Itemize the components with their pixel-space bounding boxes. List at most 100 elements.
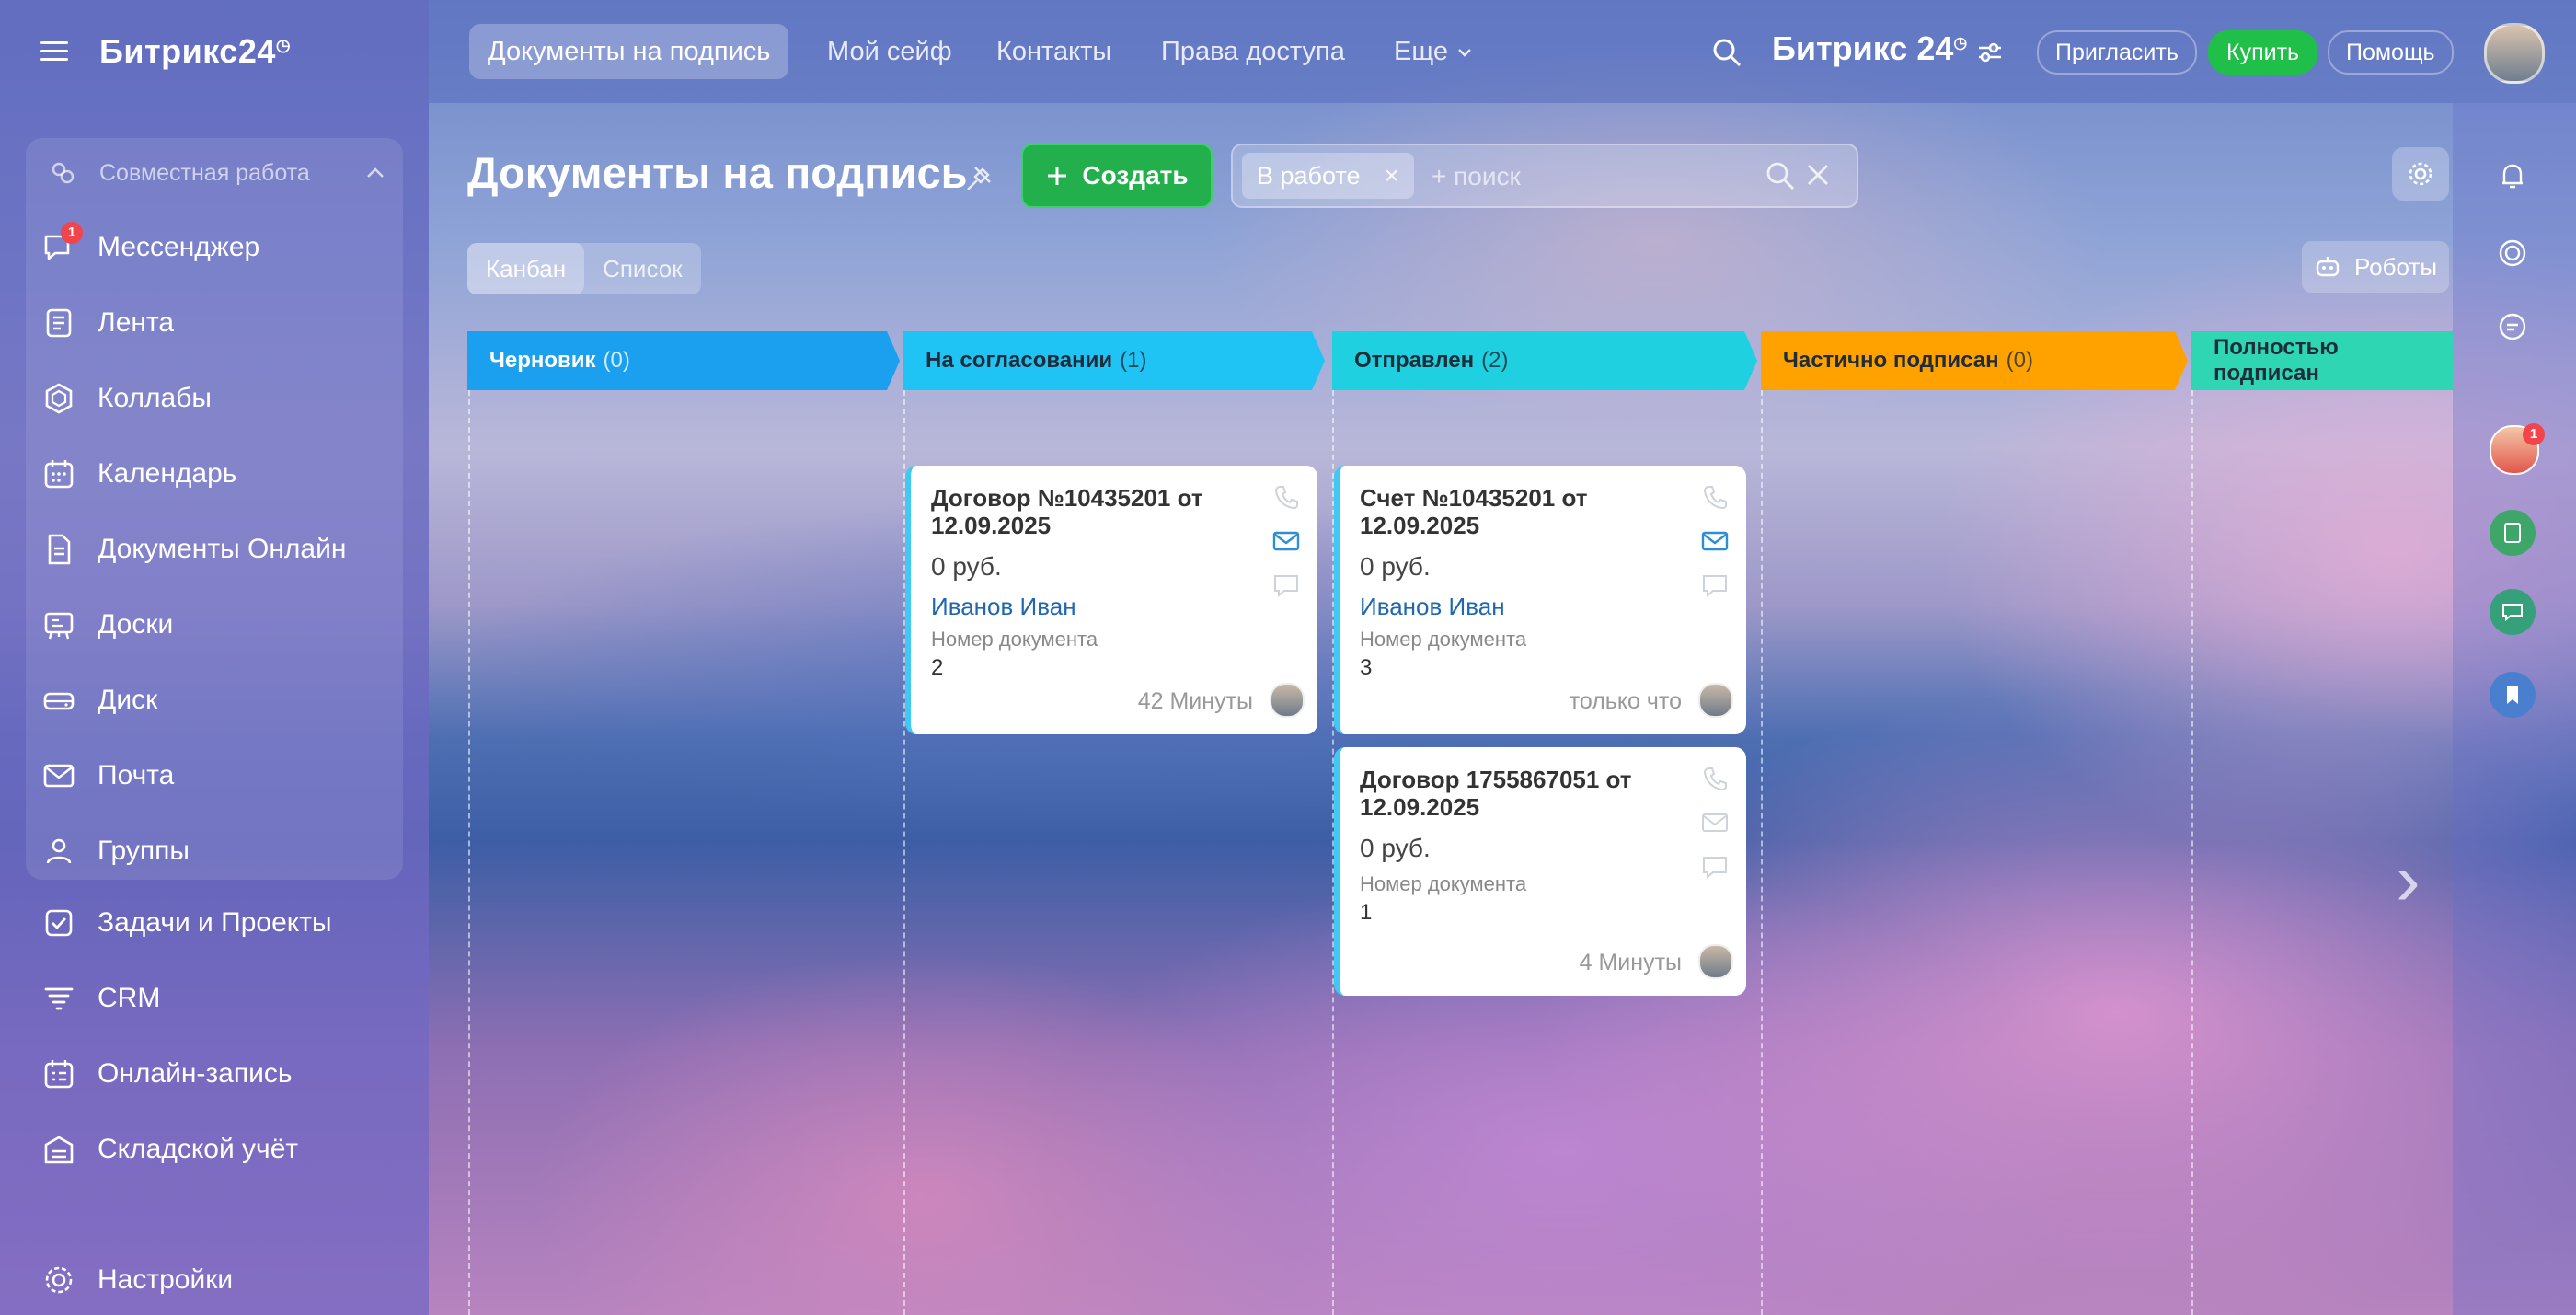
view-kanban-button[interactable]: Канбан: [467, 243, 585, 294]
sidebar-item-calendar[interactable]: Календарь: [40, 451, 236, 497]
view-switcher: Канбан Список: [467, 243, 701, 294]
sidebar-item-label: Складской учёт: [98, 1134, 299, 1164]
sidebar-item-boards[interactable]: Доски: [40, 602, 173, 648]
card-field-value: 3: [1360, 655, 1373, 680]
sidebar-item-disk[interactable]: Диск: [40, 677, 157, 723]
sidebar-item-groups[interactable]: Группы: [40, 828, 190, 874]
card-client-link[interactable]: Иванов Иван: [931, 593, 1076, 621]
sidebar-item-mail[interactable]: Почта: [40, 753, 174, 799]
chip-close-icon[interactable]: ×: [1385, 161, 1399, 190]
card-actions: [1700, 482, 1731, 615]
search-input[interactable]: + поиск: [1432, 162, 1521, 191]
card-avatar[interactable]: [1698, 944, 1733, 979]
settings-sliders-icon[interactable]: [1976, 40, 2004, 64]
sidebar-item-documents[interactable]: Документы Онлайн: [40, 526, 346, 572]
pin-icon[interactable]: [962, 162, 995, 195]
sidebar-item-booking[interactable]: Онлайн-запись: [40, 1051, 292, 1097]
brand-logo[interactable]: Битрикс24◷: [99, 32, 291, 71]
app-green-doc-icon[interactable]: [2490, 510, 2536, 556]
robots-button[interactable]: Роботы: [2302, 241, 2449, 293]
stage-sent[interactable]: Отправлен (2): [1332, 331, 1757, 390]
tab-documents-to-sign[interactable]: Документы на подпись: [469, 24, 789, 79]
sidebar-item-feed[interactable]: Лента: [40, 300, 174, 346]
collab-group-header[interactable]: Совместная работа: [50, 155, 386, 191]
comment-icon[interactable]: [1700, 571, 1730, 600]
chat-search-icon[interactable]: [2490, 304, 2536, 350]
boards-icon: [40, 606, 77, 643]
sidebar-item-crm[interactable]: CRM: [40, 975, 160, 1021]
menu-icon[interactable]: [40, 41, 68, 62]
tab-contacts[interactable]: Контакты: [978, 24, 1130, 79]
mail-icon[interactable]: [1700, 808, 1730, 837]
chevron-up-icon[interactable]: [364, 162, 386, 184]
contact-avatar[interactable]: 1: [2490, 423, 2545, 475]
create-button[interactable]: Создать: [1021, 144, 1213, 208]
deal-card[interactable]: Счет №10435201 от 12.09.2025 0 руб. Иван…: [1334, 466, 1746, 734]
app-chat-icon[interactable]: [2490, 589, 2536, 635]
sidebar-item-settings[interactable]: Настройки: [40, 1257, 233, 1303]
filter-search-box[interactable]: В работе × + поиск: [1231, 144, 1858, 208]
comment-icon[interactable]: [1271, 571, 1301, 600]
sidebar-item-label: Мессенджер: [98, 232, 260, 262]
calendar-icon: [40, 456, 77, 492]
sidebar-item-label: Группы: [98, 836, 190, 866]
tab-access-rights[interactable]: Права доступа: [1143, 24, 1363, 79]
column-divider: [2191, 390, 2193, 1315]
card-field-value: 2: [931, 655, 944, 680]
bell-icon[interactable]: [2490, 153, 2536, 199]
sidebar-item-label: Настройки: [98, 1264, 234, 1295]
tab-my-safe[interactable]: Мой сейф: [809, 24, 971, 79]
gear-icon: [40, 1262, 77, 1298]
collab-group-icon: [52, 162, 75, 184]
header-brand[interactable]: Битрикс 24◷: [1772, 29, 1967, 68]
sidebar-item-label: Доски: [98, 609, 174, 640]
card-sum: 0 руб.: [1360, 834, 1431, 862]
sidebar-item-tasks[interactable]: Задачи и Проекты: [40, 900, 332, 946]
phone-icon[interactable]: [1700, 764, 1730, 793]
card-title[interactable]: Счет №10435201 от 12.09.2025: [1360, 484, 1663, 539]
sidebar-item-messenger[interactable]: 1 Мессенджер: [40, 222, 260, 271]
view-list-button[interactable]: Список: [584, 243, 701, 294]
stage-partially-signed[interactable]: Частично подписан (0): [1761, 331, 2188, 390]
documents-icon: [40, 531, 77, 568]
app-bookmark-icon[interactable]: [2490, 672, 2536, 718]
tab-more[interactable]: Еще: [1375, 24, 1452, 79]
scroll-right-arrow-icon[interactable]: ›: [2396, 837, 2421, 922]
search-icon[interactable]: [1765, 160, 1796, 191]
card-avatar[interactable]: [1270, 683, 1305, 718]
copilot-icon[interactable]: [2490, 230, 2536, 276]
stage-approval[interactable]: На согласовании (1): [903, 331, 1325, 390]
sidebar-item-label: Задачи и Проекты: [98, 907, 332, 938]
mail-icon[interactable]: [1700, 526, 1730, 556]
comment-icon[interactable]: [1700, 852, 1730, 882]
stage-fully-signed[interactable]: Полностью подписан: [2191, 331, 2453, 390]
warehouse-icon: [40, 1131, 77, 1168]
deal-card[interactable]: Договор №10435201 от 12.09.2025 0 руб. И…: [905, 466, 1317, 734]
card-field-label: Номер документа: [1360, 872, 1527, 895]
deal-card[interactable]: Договор 1755867051 от 12.09.2025 0 руб. …: [1334, 747, 1746, 996]
card-title[interactable]: Договор 1755867051 от 12.09.2025: [1360, 766, 1663, 821]
invite-button[interactable]: Пригласить: [2037, 30, 2197, 75]
card-title[interactable]: Договор №10435201 от 12.09.2025: [931, 484, 1235, 539]
phone-icon[interactable]: [1271, 482, 1301, 512]
user-avatar[interactable]: [2484, 23, 2545, 84]
clear-icon[interactable]: [1805, 162, 1831, 188]
phone-icon[interactable]: [1700, 482, 1730, 512]
help-button[interactable]: Помощь: [2328, 30, 2454, 75]
filter-chip[interactable]: В работе ×: [1242, 153, 1414, 199]
card-avatar[interactable]: [1698, 683, 1733, 718]
buy-button[interactable]: Купить: [2208, 30, 2318, 75]
board-settings-button[interactable]: [2392, 147, 2449, 201]
sidebar-item-label: Онлайн-запись: [98, 1058, 293, 1089]
chevron-down-icon[interactable]: [1456, 46, 1473, 59]
card-time: только что: [1569, 688, 1682, 714]
contact-avatar-badge: 1: [2523, 423, 2545, 445]
card-sum: 0 руб.: [1360, 552, 1431, 581]
search-icon[interactable]: [1711, 37, 1742, 68]
stage-draft[interactable]: Черновик (0): [467, 331, 900, 390]
sidebar-item-warehouse[interactable]: Складской учёт: [40, 1126, 298, 1172]
collabs-icon: [40, 380, 77, 417]
mail-icon[interactable]: [1271, 526, 1301, 556]
sidebar-item-collabs[interactable]: Коллабы: [40, 375, 212, 421]
card-client-link[interactable]: Иванов Иван: [1360, 593, 1505, 621]
